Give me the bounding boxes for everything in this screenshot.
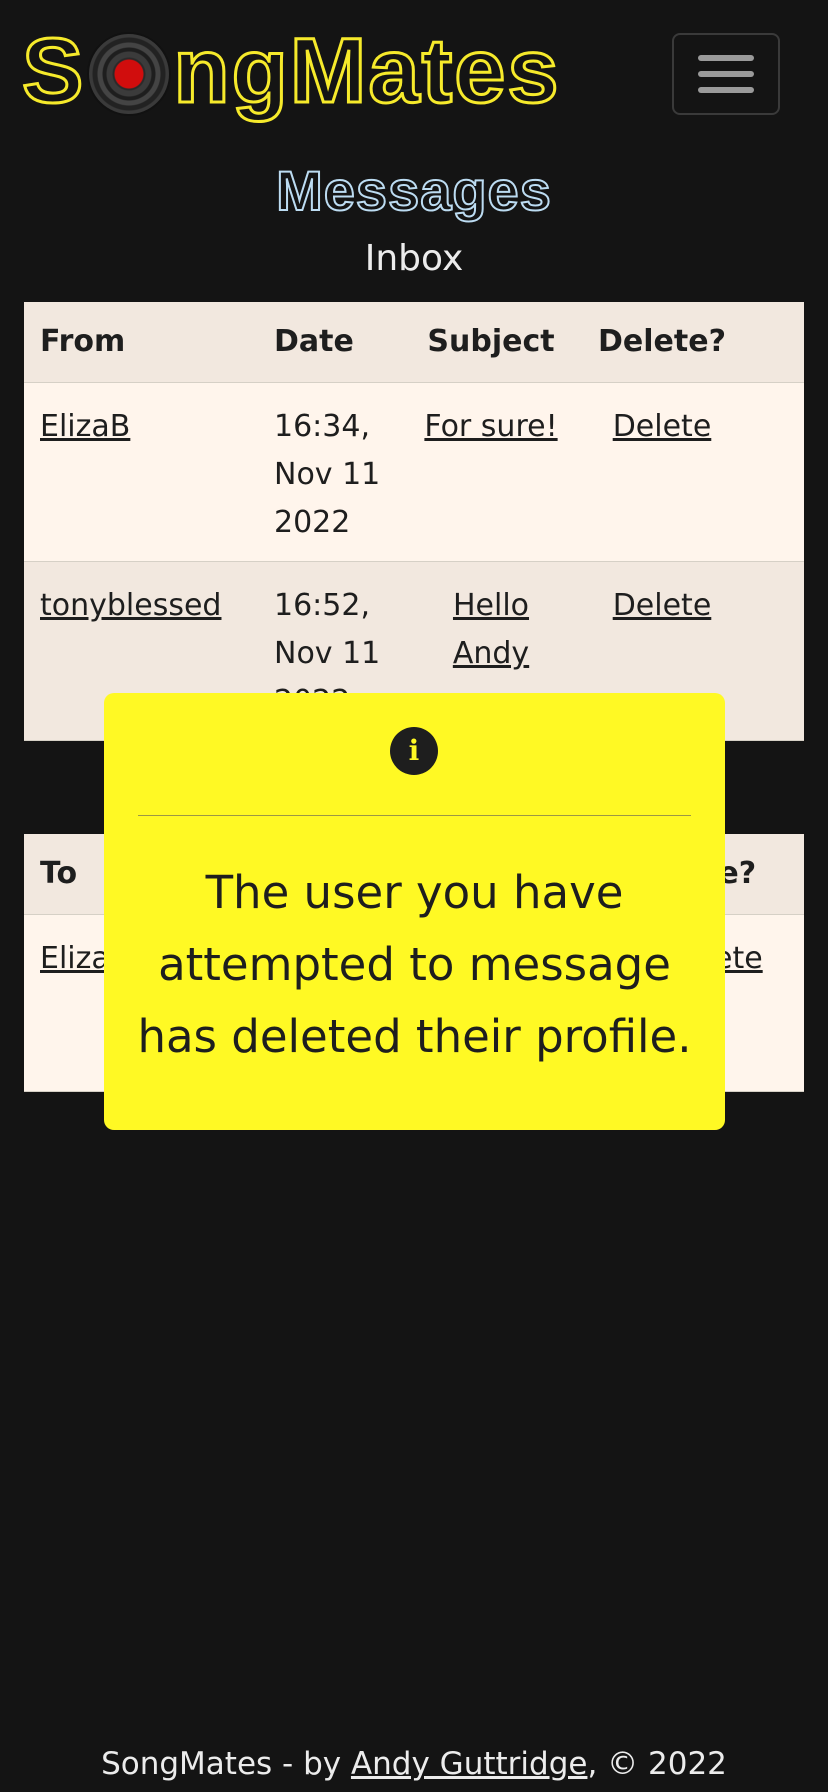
- subject-link[interactable]: For sure!: [416, 403, 566, 451]
- header-to: To: [40, 856, 78, 891]
- info-modal: i The user you have attempted to message…: [104, 693, 725, 1130]
- hamburger-icon-bar: [698, 87, 754, 93]
- modal-divider: [138, 815, 691, 816]
- footer: SongMates - by Andy Guttridge, © 2022: [0, 1746, 828, 1782]
- sender-link[interactable]: ElizaB: [40, 403, 130, 451]
- delete-link[interactable]: Delete: [584, 582, 740, 630]
- vinyl-record-icon: [87, 31, 172, 116]
- header-delete: Delete?: [598, 324, 726, 359]
- header-subject: Subject: [427, 324, 555, 359]
- inbox-table: From Date Subject Delete? ElizaB 16:34, …: [24, 302, 804, 741]
- site-logo[interactable]: SngMates: [20, 20, 561, 122]
- page-title: Messages: [275, 158, 552, 223]
- delete-link[interactable]: Delete: [584, 403, 740, 451]
- subject-link[interactable]: Hello Andy: [416, 582, 566, 678]
- inbox-heading: Inbox: [364, 238, 464, 279]
- message-date: 16:34, Nov 11 2022: [274, 409, 381, 540]
- info-icon: i: [390, 727, 438, 775]
- logo-letter-s: S: [20, 20, 86, 122]
- menu-toggle-button[interactable]: [672, 33, 780, 115]
- header-date: Date: [274, 324, 354, 359]
- author-link[interactable]: Andy Guttridge: [351, 1746, 588, 1782]
- header-from: From: [40, 324, 126, 359]
- logo-letters-rest: ngMates: [172, 20, 561, 122]
- sender-link[interactable]: tonyblessed: [40, 582, 221, 630]
- footer-copyright: , © 2022: [587, 1746, 727, 1782]
- logo-text: SngMates: [20, 20, 561, 122]
- table-row: ElizaB 16:34, Nov 11 2022 For sure! Dele…: [24, 383, 804, 562]
- modal-message: The user you have attempted to message h…: [137, 866, 692, 1063]
- table-header-row: From Date Subject Delete?: [24, 302, 804, 383]
- hamburger-icon-bar: [698, 71, 754, 77]
- footer-prefix: SongMates - by: [101, 1746, 351, 1782]
- recipient-link[interactable]: Eliza: [40, 935, 110, 983]
- hamburger-icon-bar: [698, 55, 754, 61]
